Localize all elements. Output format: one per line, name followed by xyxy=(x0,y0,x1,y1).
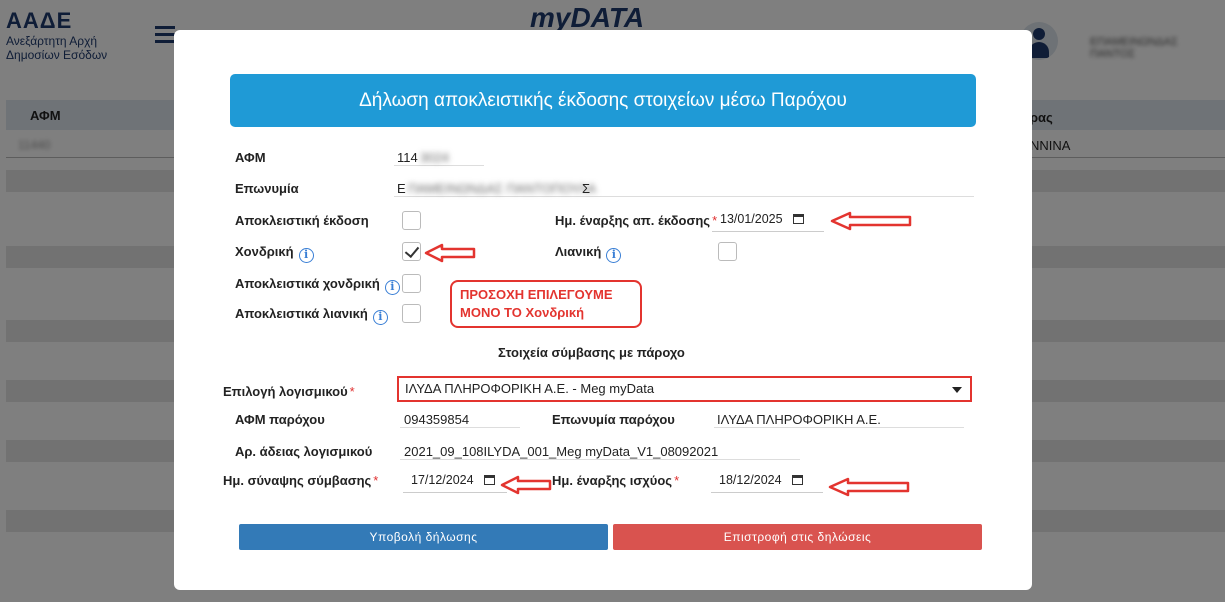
info-icon[interactable]: i xyxy=(298,248,314,263)
info-icon[interactable]: i xyxy=(372,310,388,325)
submit-button[interactable]: Υποβολή δήλωσης xyxy=(239,524,608,550)
effective-date-label: Ημ. έναρξης ισχύος * xyxy=(552,473,680,488)
start-date-label: Ημ. έναρξης απ. έκδοσης * xyxy=(555,213,718,228)
contract-date-label: Ημ. σύναψης σύμβασης * xyxy=(223,473,379,488)
license-label: Αρ. άδειας λογισμικού xyxy=(235,444,373,459)
info-icon[interactable]: i xyxy=(384,280,400,295)
license-field: 2021_09_108ILYDA_001_Meg myData_V1_08092… xyxy=(400,438,800,460)
software-label: Επιλογή λογισμικού * xyxy=(223,384,355,399)
exclusive-label: Αποκλειστική έκδοση xyxy=(235,213,369,228)
annotation-arrow xyxy=(830,211,912,231)
software-select-value: ΙΛΥΔΑ ΠΛΗΡΟΦΟΡΙΚΗ Α.Ε. - Meg myData xyxy=(405,381,655,396)
afm-value: 114 xyxy=(397,150,418,165)
provider-afm-label: ΑΦΜ παρόχου xyxy=(235,412,325,427)
provider-name-field: ΙΛΥΔΑ ΠΛΗΡΟΦΟΡΙΚΗ Α.Ε. xyxy=(714,406,964,428)
afm-label: ΑΦΜ xyxy=(235,150,266,165)
contract-date-value: 17/12/2024 xyxy=(411,473,474,487)
warning-line-1: ΠΡΟΣΟΧΗ ΕΠΙΛΕΓΟΥΜΕ xyxy=(460,287,613,302)
license-value: 2021_09_108ILYDA_001_Meg myData_V1_08092… xyxy=(404,444,719,459)
provider-name-value: ΙΛΥΔΑ ΠΛΗΡΟΦΟΡΙΚΗ Α.Ε. xyxy=(717,412,881,427)
annotation-arrow xyxy=(500,475,552,495)
info-icon[interactable]: i xyxy=(606,248,622,263)
modal-title: Δήλωση αποκλειστικής έκδοσης στοιχείων μ… xyxy=(230,74,976,127)
provider-afm-field: 094359854 xyxy=(400,406,520,428)
annotation-arrow xyxy=(424,243,476,263)
warning-annotation: ΠΡΟΣΟΧΗ ΕΠΙΛΕΓΟΥΜΕ ΜΟΝΟ ΤΟ Χονδρική xyxy=(450,280,642,328)
start-date-value: 13/01/2025 xyxy=(720,212,783,226)
name-field: Ε ΠΑΜΕΙΝΩΝΔΑΣ ΠΑΝΤΟΠΟΥΛΑ Σ xyxy=(394,175,974,197)
exclusive-wholesale-checkbox[interactable] xyxy=(402,274,421,293)
name-value-start: Ε xyxy=(397,181,406,196)
effective-date-input[interactable]: 18/12/2024 xyxy=(711,469,823,493)
back-button[interactable]: Επιστροφή στις δηλώσεις xyxy=(613,524,982,550)
chevron-down-icon[interactable] xyxy=(952,387,962,393)
name-value-redacted: ΠΑΜΕΙΝΩΝΔΑΣ ΠΑΝΤΟΠΟΥΛΑ xyxy=(408,181,597,196)
wholesale-checkbox[interactable] xyxy=(402,242,421,261)
provider-name-label: Επωνυμία παρόχου xyxy=(552,412,675,427)
provider-afm-value: 094359854 xyxy=(404,412,470,427)
start-date-input[interactable]: 13/01/2025 xyxy=(712,208,824,232)
calendar-icon[interactable] xyxy=(483,475,495,485)
name-label: Επωνυμία xyxy=(235,181,299,196)
section-title: Στοιχεία σύμβασης με πάροχο xyxy=(498,345,685,360)
exclusive-checkbox[interactable] xyxy=(402,211,421,230)
exclusive-retail-checkbox[interactable] xyxy=(402,304,421,323)
declaration-modal: Δήλωση αποκλειστικής έκδοσης στοιχείων μ… xyxy=(174,30,1032,590)
retail-checkbox[interactable] xyxy=(718,242,737,261)
warning-line-2: ΜΟΝΟ ΤΟ Χονδρική xyxy=(460,305,585,320)
wholesale-label: Χονδρική i xyxy=(235,244,314,263)
retail-label: Λιανική i xyxy=(555,244,622,263)
contract-date-input[interactable]: 17/12/2024 xyxy=(403,469,507,493)
exclusive-wholesale-label: Αποκλειστικά χονδρική i xyxy=(235,276,400,295)
exclusive-retail-label: Αποκλειστικά λιανική i xyxy=(235,306,388,325)
afm-value-redacted: 3024 xyxy=(420,150,449,165)
afm-field: 114 3024 xyxy=(394,144,484,166)
calendar-icon[interactable] xyxy=(792,214,804,224)
name-value-end: Σ xyxy=(582,181,591,196)
effective-date-value: 18/12/2024 xyxy=(719,473,782,487)
software-select[interactable]: ΙΛΥΔΑ ΠΛΗΡΟΦΟΡΙΚΗ Α.Ε. - Meg myData xyxy=(397,376,972,402)
annotation-arrow xyxy=(828,477,910,497)
calendar-icon[interactable] xyxy=(791,475,803,485)
